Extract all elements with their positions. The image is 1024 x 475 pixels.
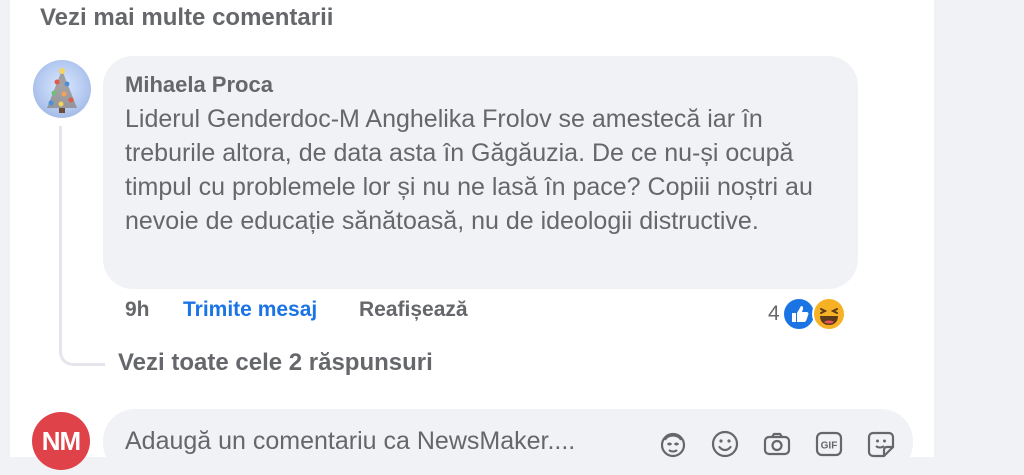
reshow-button[interactable]: Reafișează: [359, 298, 468, 322]
svg-text:GIF: GIF: [821, 441, 838, 452]
gif-icon[interactable]: GIF: [813, 428, 845, 460]
comment-text: Liderul Genderdoc-M Anghelika Frolov se …: [125, 105, 813, 235]
like-icon: [781, 297, 816, 331]
avatar-sticker-icon[interactable]: [657, 428, 689, 460]
haha-icon: [811, 297, 846, 331]
commenter-avatar[interactable]: [33, 60, 91, 118]
view-more-comments-link[interactable]: Vezi mai multe comentarii: [40, 4, 333, 32]
reactions-summary[interactable]: 4: [768, 296, 846, 332]
christmas-tree-photo-icon: [47, 68, 77, 113]
comment-input[interactable]: Adaugă un comentariu ca NewsMaker.... GI…: [103, 409, 913, 475]
sticker-icon[interactable]: [865, 428, 897, 460]
reaction-count: 4: [768, 302, 780, 325]
comment-timestamp[interactable]: 9h: [125, 298, 150, 322]
comment-author[interactable]: Mihaela Proca: [125, 70, 836, 100]
view-all-replies-link[interactable]: Vezi toate cele 2 răspunsuri: [118, 349, 433, 377]
camera-icon[interactable]: [761, 428, 793, 460]
comment-input-placeholder: Adaugă un comentariu ca NewsMaker....: [125, 427, 576, 455]
send-message-button[interactable]: Trimite mesaj: [183, 298, 317, 322]
composer-icons: GIF: [657, 428, 897, 460]
comment-bubble: Mihaela Proca Liderul Genderdoc-M Anghel…: [103, 56, 858, 289]
current-user-avatar[interactable]: NM: [32, 412, 90, 470]
emoji-icon[interactable]: [709, 428, 741, 460]
reply-thread-line: [59, 126, 105, 366]
